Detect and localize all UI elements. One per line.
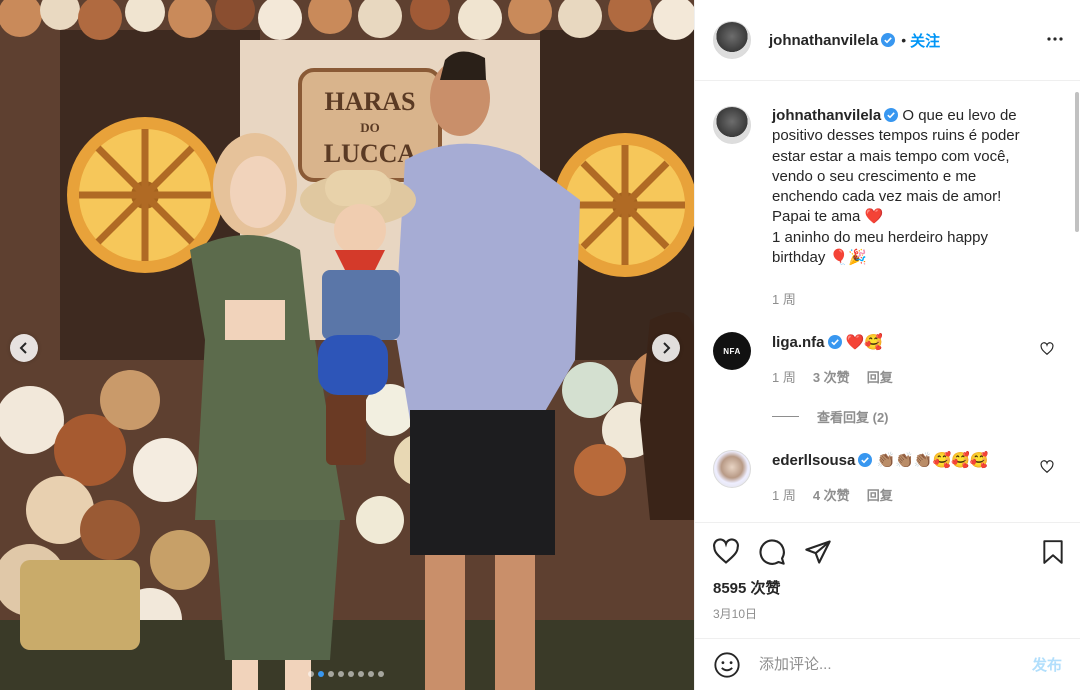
- post-header: johnathanvilela • 关注: [695, 0, 1080, 81]
- view-replies-label: 查看回复 (2): [817, 410, 889, 425]
- caption-username[interactable]: johnathanvilela: [772, 107, 881, 124]
- comment-input[interactable]: [759, 656, 1032, 673]
- comment-meta: 1 周 3 次赞 回复: [772, 367, 1054, 386]
- heart-icon[interactable]: [1040, 342, 1054, 356]
- comment-likes[interactable]: 3 次赞: [813, 367, 850, 386]
- comment-icon[interactable]: [758, 538, 786, 566]
- comment-likes[interactable]: 4 次赞: [813, 485, 850, 504]
- caption-line: estar estar a mais tempo com você,: [772, 147, 1010, 165]
- caption-author-avatar[interactable]: [713, 106, 751, 144]
- comment-body: ❤️🥰: [845, 334, 884, 351]
- avatar-logo-text: NFA: [723, 346, 741, 356]
- comment-time[interactable]: 1 周: [772, 367, 796, 386]
- carousel-dot: [318, 671, 324, 677]
- reply-button[interactable]: 回复: [867, 367, 893, 386]
- sign-line-1: HARAS: [324, 87, 415, 116]
- emoji-icon[interactable]: [713, 651, 741, 679]
- caption-line: O que eu levo de: [902, 107, 1017, 124]
- comment-body: 👏🏽👏🏽👏🏽🥰🥰🥰: [876, 452, 989, 469]
- carousel-dot: [328, 671, 334, 677]
- comments-scrollbar[interactable]: [1074, 82, 1080, 522]
- post-photo[interactable]: HARAS DO LUCCA: [0, 0, 694, 690]
- sign-line-2: DO: [360, 120, 380, 135]
- caption-line: vendo o seu crescimento e me: [772, 167, 977, 185]
- carousel-dot: [308, 671, 314, 677]
- verified-icon: [884, 108, 899, 122]
- caption-time[interactable]: 1 周: [772, 289, 796, 308]
- likes-count[interactable]: 8595 次赞: [713, 577, 781, 598]
- comment-item: ederllsousa 👏🏽👏🏽👏🏽🥰🥰🥰 1 周 4 次赞 回复: [713, 450, 1054, 504]
- add-comment-bar: 发布: [695, 638, 1080, 690]
- caption-line: positivo desses tempos ruins é poder: [772, 127, 1020, 145]
- caption-line: 1 aninho do meu herdeiro happy: [772, 228, 988, 246]
- post-date[interactable]: 3月10日: [713, 605, 757, 622]
- comment-meta: 1 周 4 次赞 回复: [772, 485, 1054, 504]
- caption-line: Papai te ama ❤️: [772, 208, 884, 226]
- share-icon[interactable]: [804, 538, 832, 566]
- reply-button[interactable]: 回复: [867, 485, 893, 504]
- caption-text: johnathanvilela O que eu levo de positiv…: [772, 106, 1054, 268]
- caption-line: birthday 🎈🎉: [772, 249, 867, 267]
- commenter-username[interactable]: liga.nfa: [772, 334, 825, 351]
- carousel-dot: [348, 671, 354, 677]
- post-side-panel: johnathanvilela • 关注 johnathanvilela O q…: [694, 0, 1080, 690]
- heart-icon[interactable]: [1040, 460, 1054, 474]
- party-photo-scene: HARAS DO LUCCA: [0, 0, 694, 690]
- post-comment-button[interactable]: 发布: [1032, 654, 1062, 675]
- next-photo-button[interactable]: [652, 334, 680, 362]
- verified-icon: [881, 33, 896, 47]
- comment-text: liga.nfa ❤️🥰: [772, 332, 1054, 353]
- view-replies-line: [772, 416, 799, 417]
- bookmark-icon[interactable]: [1040, 538, 1066, 566]
- carousel-dot: [368, 671, 374, 677]
- comments-list[interactable]: johnathanvilela O que eu levo de positiv…: [695, 82, 1080, 522]
- verified-icon: [827, 335, 842, 349]
- previous-photo-button[interactable]: [10, 334, 38, 362]
- author-avatar[interactable]: [713, 21, 751, 59]
- view-replies-button[interactable]: 查看回复 (2): [772, 407, 889, 426]
- header-separator: •: [901, 32, 907, 48]
- more-icon[interactable]: [1046, 30, 1064, 48]
- heart-icon[interactable]: [712, 538, 740, 566]
- comment-item: NFA liga.nfa ❤️🥰 1 周 3 次赞 回复: [713, 332, 1054, 386]
- post-actions: 8595 次赞 3月10日: [695, 522, 1080, 622]
- carousel-dot: [378, 671, 384, 677]
- carousel-dot: [338, 671, 344, 677]
- commenter-username[interactable]: ederllsousa: [772, 452, 855, 469]
- follow-button[interactable]: 关注: [910, 30, 940, 51]
- commenter-avatar[interactable]: NFA: [713, 332, 751, 370]
- caption-meta: 1 周: [772, 289, 1054, 308]
- verified-icon: [858, 453, 873, 467]
- carousel-dot: [358, 671, 364, 677]
- comment-text: ederllsousa 👏🏽👏🏽👏🏽🥰🥰🥰: [772, 450, 1054, 471]
- caption-comment: johnathanvilela O que eu levo de positiv…: [713, 106, 1054, 308]
- sign-line-3: LUCCA: [324, 139, 417, 168]
- action-icons-row: [712, 538, 1066, 568]
- caption-line: enchendo cada vez mais de amor!: [772, 188, 1002, 206]
- carousel-indicator: [308, 671, 384, 677]
- chevron-right-icon: [663, 342, 671, 354]
- scrollbar-thumb[interactable]: [1075, 92, 1079, 232]
- author-username[interactable]: johnathanvilela: [769, 32, 878, 49]
- commenter-avatar[interactable]: [713, 450, 751, 488]
- comment-time[interactable]: 1 周: [772, 485, 796, 504]
- chevron-left-icon: [19, 342, 27, 354]
